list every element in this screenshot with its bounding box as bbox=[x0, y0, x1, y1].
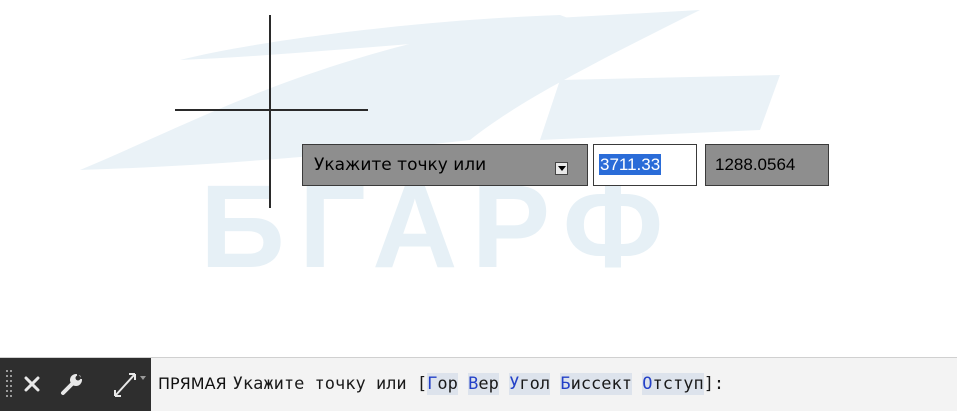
x-coordinate-value: 3711.33 bbox=[599, 154, 662, 175]
y-coordinate-value: 1288.0564 bbox=[715, 155, 796, 174]
wrench-icon[interactable] bbox=[56, 368, 88, 400]
crosshair-horizontal-line bbox=[175, 109, 368, 111]
x-coordinate-field[interactable]: 3711.33 bbox=[593, 144, 697, 186]
option-angle[interactable]: Угол bbox=[509, 373, 551, 395]
dynamic-input-prompt-label: Укажите точку или bbox=[314, 155, 487, 175]
close-icon[interactable] bbox=[18, 370, 46, 398]
xline-command-icon[interactable] bbox=[109, 368, 149, 400]
command-prompt-label: Укажите точку или [ bbox=[232, 374, 428, 394]
command-prompt-suffix: ]: bbox=[703, 374, 725, 394]
grip-handle-icon[interactable] bbox=[6, 370, 13, 398]
crosshair-vertical-line bbox=[269, 15, 271, 208]
command-line[interactable]: ПРЯМАЯ Укажите точку или [Гор Вер Угол Би… bbox=[0, 357, 957, 411]
option-hor[interactable]: Гор bbox=[427, 373, 458, 395]
y-coordinate-field[interactable]: 1288.0564 bbox=[705, 144, 829, 186]
dropdown-arrow-icon[interactable] bbox=[555, 162, 568, 175]
command-name: ПРЯМАЯ bbox=[158, 374, 227, 393]
option-bisect[interactable]: Биссект bbox=[560, 373, 632, 395]
option-ver[interactable]: Вер bbox=[468, 373, 499, 395]
command-line-toolbar bbox=[0, 358, 151, 411]
dynamic-input-prompt[interactable]: Укажите точку или bbox=[302, 144, 588, 186]
command-prompt-text: ПРЯМАЯ Укажите точку или [Гор Вер Угол Би… bbox=[158, 372, 724, 396]
option-offset[interactable]: Отступ bbox=[642, 373, 704, 395]
